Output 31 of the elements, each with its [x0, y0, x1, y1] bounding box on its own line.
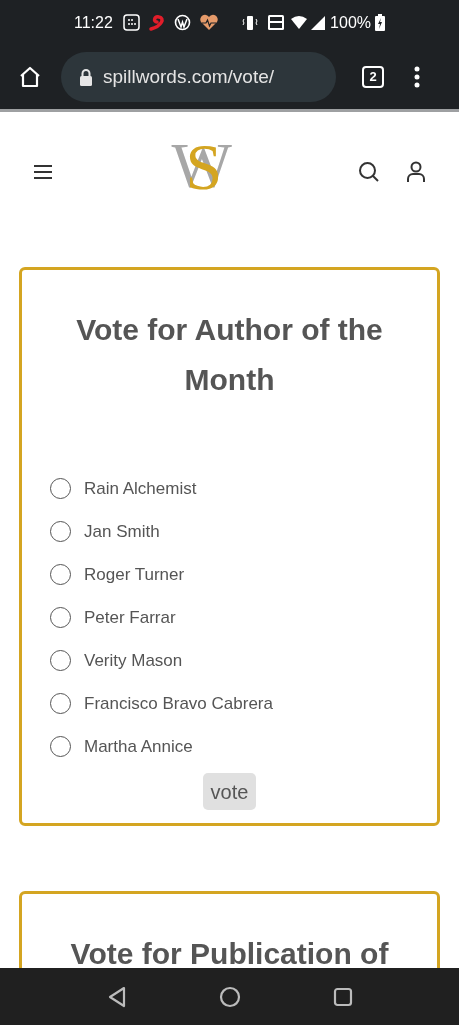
- clock: 11:22: [74, 12, 113, 33]
- option-label[interactable]: Peter Farrar: [84, 604, 176, 631]
- tab-count[interactable]: 2: [362, 66, 384, 88]
- option-label[interactable]: Verity Mason: [84, 647, 183, 674]
- option-label[interactable]: Roger Turner: [84, 561, 185, 588]
- url-text: spillwords.com/vote/: [103, 64, 275, 89]
- menu-icon[interactable]: [33, 164, 53, 180]
- wordpress-icon: [173, 14, 191, 31]
- poll-title: Vote for Author of the Month: [75, 312, 384, 398]
- address-bar[interactable]: spillwords.com/vote/: [61, 52, 336, 102]
- more-icon[interactable]: [414, 66, 420, 88]
- vote-button[interactable]: vote: [202, 773, 257, 810]
- search-icon[interactable]: [358, 161, 380, 183]
- poll-title: Vote for Publication of: [69, 936, 390, 968]
- option-label[interactable]: Martha Annice: [84, 733, 193, 760]
- signal-icon: [310, 14, 327, 31]
- user-icon[interactable]: [406, 161, 426, 183]
- lock-icon: [79, 68, 93, 86]
- charging-battery-icon: [375, 14, 385, 31]
- home-icon[interactable]: [18, 65, 42, 89]
- heart-icon: [198, 14, 219, 31]
- option-label[interactable]: Rain Alchemist: [84, 475, 197, 502]
- back-icon[interactable]: [106, 985, 127, 1008]
- recents-icon[interactable]: [332, 986, 353, 1007]
- battery-percentage: 100%: [330, 12, 371, 33]
- calculator-icon: [122, 14, 140, 31]
- option-label[interactable]: Francisco Bravo Cabrera: [84, 690, 273, 717]
- home-button-icon[interactable]: [218, 985, 241, 1008]
- vibrate-icon: [241, 14, 260, 31]
- swirl-icon: [147, 13, 166, 32]
- option-label[interactable]: Jan Smith: [84, 518, 160, 545]
